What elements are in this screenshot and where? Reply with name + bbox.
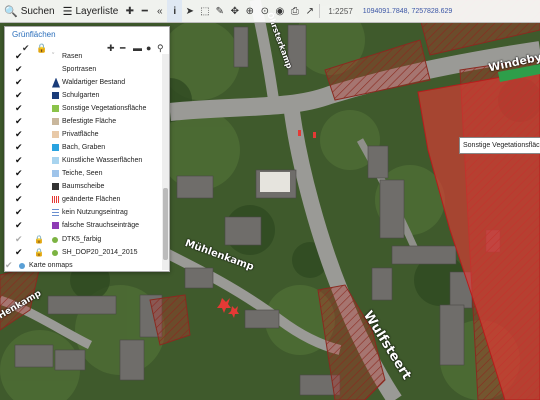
layer-row[interactable]: ✔ falsche Strauchseinträge [5, 219, 161, 232]
tree-pit-swatch-icon [52, 183, 59, 190]
move-icon[interactable]: ✥ [227, 0, 242, 22]
draw-icon[interactable]: ✎ [212, 0, 227, 22]
select-box-icon[interactable]: ⬚ [197, 0, 212, 22]
layer-label: SH_DOP20_2014_2015 [62, 249, 138, 256]
layer-label: Sonstige Vegetationsfläche [62, 105, 147, 112]
toolbar-divider [319, 4, 321, 18]
layer-panel: Grünflächen ✔ 🔒 ✚ ━ ▬ ● ⚲ ✔ ˇ Rasen ✔ Sp… [4, 26, 170, 272]
wrong-shrub-swatch-icon [52, 222, 59, 229]
collapse-icon[interactable]: « [152, 0, 167, 22]
layer-row[interactable]: ✔ Baumscheibe [5, 180, 161, 193]
print-icon[interactable]: ⎙ [287, 0, 302, 22]
layer-row[interactable]: ✔ Waldartiger Bestand [5, 76, 161, 89]
scrollbar-thumb[interactable] [163, 188, 168, 260]
layer-label: Teiche, Seen [62, 170, 103, 177]
layer-row[interactable]: ✔ Karte onmaps [5, 259, 161, 271]
layer-row[interactable]: ✔ Schulgarten [5, 89, 161, 102]
checkbox-checked-icon[interactable]: ✔ [15, 142, 24, 153]
layer-label: Baumscheibe [62, 183, 105, 190]
layer-row[interactable]: ✔ ˇ Rasen [5, 50, 161, 63]
layer-status-icon [52, 236, 58, 243]
forest-icon [52, 77, 60, 88]
layer-status-icon [19, 262, 25, 269]
layer-row[interactable]: ✔ 🔒 SH_DOP20_2014_2015 [5, 246, 161, 259]
panel-scrollbar[interactable] [162, 54, 169, 270]
search-button[interactable]: 🔍 Suchen [0, 0, 59, 22]
checkbox-checked-icon[interactable]: ✔ [15, 155, 24, 166]
layer-label: Künstliche Wasserflächen [62, 157, 143, 164]
paved-swatch-icon [52, 118, 59, 125]
layer-row[interactable]: ✔ Sportrasen [5, 63, 161, 76]
zoom-in-icon[interactable]: ✚ [122, 0, 137, 22]
layer-row[interactable]: ✔ Künstliche Wasserflächen [5, 154, 161, 167]
private-swatch-icon [52, 131, 59, 138]
layer-row[interactable]: ✔ 🔒 DTK5_farbig [5, 233, 161, 246]
lock-icon[interactable]: 🔒 [34, 235, 44, 244]
vegetation-swatch-icon [52, 105, 59, 112]
share-icon[interactable]: ↗ [302, 0, 317, 22]
checkbox-checked-icon[interactable]: ✔ [15, 247, 24, 258]
zoom-extent-icon[interactable]: ⊙ [257, 0, 272, 22]
coordinate-readout: 1094091.7848, 7257828.629 [362, 7, 453, 15]
checkbox-unchecked-icon[interactable]: ✔ [5, 260, 14, 271]
layer-label: Schulgarten [62, 92, 100, 99]
layer-label: kein Nutzungseintrag [62, 209, 128, 216]
checkbox-checked-icon[interactable]: ✔ [15, 207, 24, 218]
checkbox-checked-icon[interactable]: ✔ [15, 181, 24, 192]
checkbox-unchecked-icon[interactable]: ✔ [15, 234, 24, 245]
search-button-label: Suchen [20, 5, 55, 17]
layer-label: Rasen [62, 53, 83, 60]
list-icon: ☰ [62, 5, 73, 18]
search-icon: 🔍 [4, 5, 18, 18]
no-use-swatch-icon [52, 209, 59, 216]
layer-label: Privatfläche [62, 131, 99, 138]
checkbox-checked-icon[interactable]: ✔ [15, 90, 24, 101]
layer-label: Bach, Graben [62, 144, 106, 151]
layer-row[interactable]: ✔ Befestigte Fläche [5, 115, 161, 128]
changed-area-swatch-icon [52, 196, 59, 203]
info-icon[interactable]: i [167, 0, 183, 22]
panel-title: Grünflächen [12, 30, 56, 39]
school-garden-icon [52, 92, 59, 99]
zoom-out-icon[interactable]: ━ [137, 0, 152, 22]
water-swatch-icon [52, 157, 59, 164]
layer-row[interactable]: ✔ kein Nutzungseintrag [5, 206, 161, 219]
stream-swatch-icon [52, 144, 59, 151]
layer-label: Karte onmaps [29, 262, 73, 269]
layer-row[interactable]: ✔ Privatfläche [5, 128, 161, 141]
layer-row[interactable]: ✔ geänderte Flächen [5, 193, 161, 206]
pond-swatch-icon [52, 170, 59, 177]
top-toolbar: 🔍 Suchen ☰ Layerliste ✚ ━ « i ➤ ⬚ ✎ ✥ ⊕ … [0, 0, 540, 23]
layer-row[interactable]: ✔ Sonstige Vegetationsfläche [5, 102, 161, 115]
checkbox-checked-icon[interactable]: ✔ [15, 194, 24, 205]
grass-icon: ˇ [52, 53, 55, 60]
checkbox-checked-icon[interactable]: ✔ [15, 129, 24, 140]
checkbox-checked-icon[interactable]: ✔ [15, 51, 24, 62]
checkbox-checked-icon[interactable]: ✔ [15, 220, 24, 231]
measure-icon[interactable]: ⊕ [242, 0, 257, 22]
layerlist-button[interactable]: ☰ Layerliste [59, 0, 123, 22]
layer-label: DTK5_farbig [62, 236, 102, 243]
layer-label: Waldartiger Bestand [62, 79, 126, 86]
layer-status-icon [52, 249, 58, 256]
checkbox-checked-icon[interactable]: ✔ [15, 77, 24, 88]
layer-label: Befestigte Fläche [62, 118, 117, 125]
map-scale[interactable]: 1:2257 [322, 7, 358, 16]
pointer-icon[interactable]: ➤ [182, 0, 197, 22]
checkbox-checked-icon[interactable]: ✔ [15, 64, 24, 75]
layer-label: geänderte Flächen [62, 196, 121, 203]
layer-label: Sportrasen [62, 66, 97, 73]
globe-icon[interactable]: ◉ [272, 0, 287, 22]
layerlist-button-label: Layerliste [75, 5, 119, 17]
layer-row[interactable]: ✔ Bach, Graben [5, 141, 161, 154]
checkbox-checked-icon[interactable]: ✔ [15, 168, 24, 179]
layer-label: falsche Strauchseinträge [62, 222, 140, 229]
lock-icon[interactable]: 🔒 [34, 248, 44, 257]
layer-row[interactable]: ✔ Teiche, Seen [5, 167, 161, 180]
checkbox-checked-icon[interactable]: ✔ [15, 116, 24, 127]
feature-tooltip: Sonstige Vegetationsfläche [459, 137, 540, 154]
checkbox-checked-icon[interactable]: ✔ [15, 103, 24, 114]
